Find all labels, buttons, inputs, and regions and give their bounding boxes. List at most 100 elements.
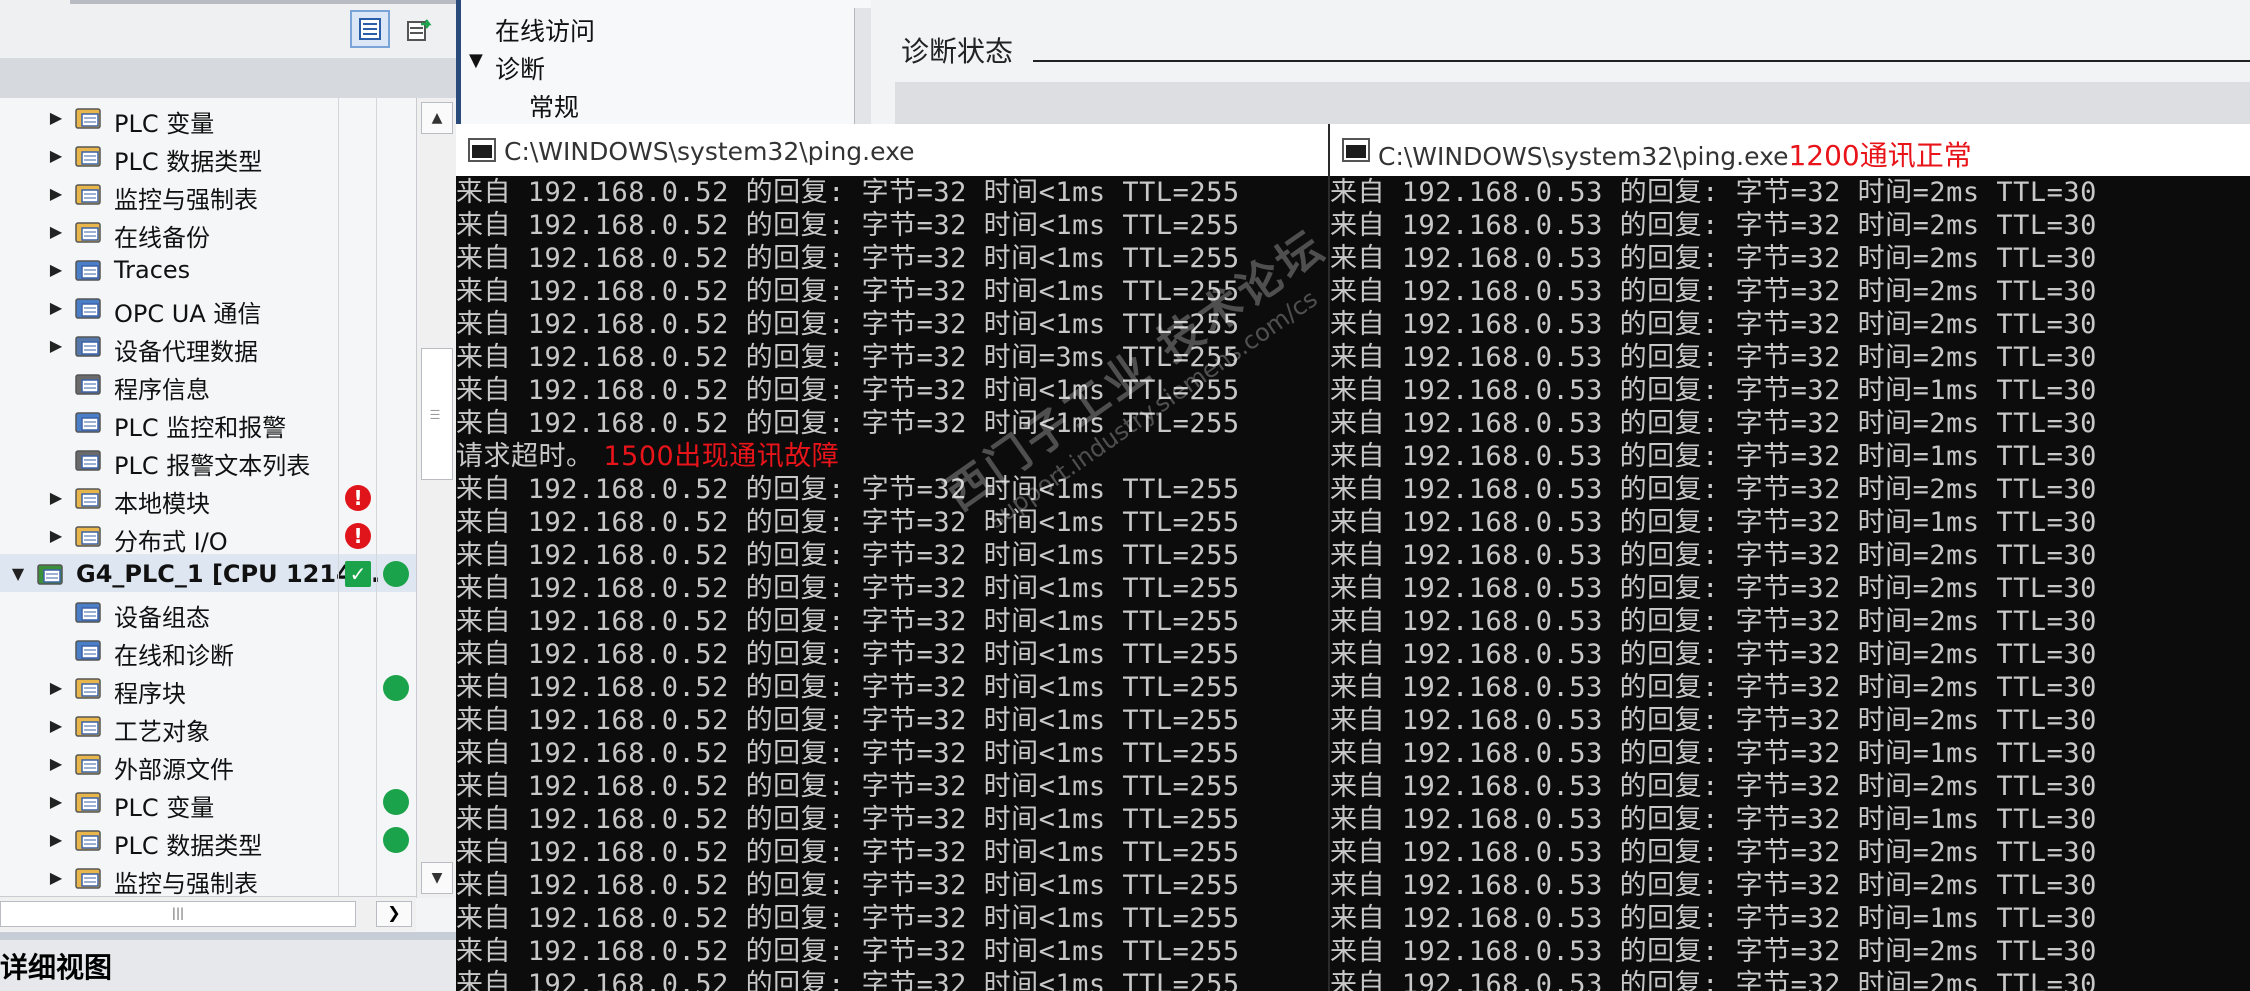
console-line: 来自 192.168.0.53 的回复: 字节=32 时间=1ms TTL=30 bbox=[1330, 738, 2097, 769]
project-tree-horizontal-scrollbar[interactable]: ||| ❯ bbox=[0, 896, 416, 931]
tree-item-label: 工艺对象 bbox=[114, 718, 210, 746]
error-status-icon: ! bbox=[345, 523, 371, 549]
console-title-note: 1200通讯正常 bbox=[1788, 139, 1972, 172]
console-line: 来自 192.168.0.52 的回复: 字节=32 时间<1ms TTL=25… bbox=[456, 309, 1240, 340]
ping-console-window-1200[interactable]: C:\WINDOWS\system32\ping.exe1200通讯正常 来自 … bbox=[1330, 124, 2250, 991]
tree-item-label: PLC 报警文本列表 bbox=[114, 452, 311, 480]
scroll-thumb[interactable]: — — — bbox=[421, 348, 453, 480]
diagnostics-navigation: 在线访问 ▼ 诊断 常规 bbox=[461, 0, 871, 124]
expand-arrow-icon[interactable]: ▶ bbox=[48, 754, 64, 773]
console-line: 来自 192.168.0.53 的回复: 字节=32 时间=2ms TTL=30 bbox=[1330, 771, 2097, 802]
expand-arrow-icon[interactable]: ▶ bbox=[48, 526, 64, 545]
tree-item-label: G4_PLC_1 [CPU 1214... bbox=[76, 560, 381, 588]
expand-arrow-icon[interactable]: ▶ bbox=[48, 298, 64, 317]
tree-item[interactable]: ▶ 在线备份 bbox=[0, 212, 416, 252]
online-diagnostics-icon bbox=[74, 635, 104, 663]
tree-item[interactable]: ▶ PLC 数据类型 bbox=[0, 820, 416, 860]
online-ok-status-icon bbox=[383, 827, 409, 853]
status-column-divider bbox=[338, 98, 339, 898]
tree-item[interactable]: ▶ 外部源文件 bbox=[0, 744, 416, 784]
scroll-down-button[interactable]: ▼ bbox=[421, 862, 453, 894]
tree-item-label: PLC 变量 bbox=[114, 110, 215, 138]
console-line: 来自 192.168.0.53 的回复: 字节=32 时间=1ms TTL=30 bbox=[1330, 441, 2097, 472]
tree-item[interactable]: ▶ 监控与强制表 bbox=[0, 858, 416, 898]
horizontal-scroll-thumb[interactable]: ||| bbox=[0, 901, 356, 927]
tree-item[interactable]: ▶ Traces bbox=[0, 250, 416, 288]
tree-item[interactable]: ▶ 监控与强制表 bbox=[0, 174, 416, 214]
console-line: 来自 192.168.0.52 的回复: 字节=32 时间<1ms TTL=25… bbox=[456, 969, 1240, 991]
nav-scrollbar[interactable] bbox=[854, 8, 871, 124]
console-line: 来自 192.168.0.52 的回复: 字节=32 时间<1ms TTL=25… bbox=[456, 276, 1240, 307]
update-accessible-devices-button[interactable] bbox=[398, 10, 438, 48]
tree-item[interactable]: PLC 监控和报警 bbox=[0, 402, 416, 442]
expand-arrow-icon[interactable]: ▶ bbox=[48, 830, 64, 849]
console-line: 来自 192.168.0.52 的回复: 字节=32 时间<1ms TTL=25… bbox=[456, 177, 1240, 208]
console-titlebar[interactable]: C:\WINDOWS\system32\ping.exe bbox=[456, 124, 1328, 176]
detail-view-header[interactable]: 详细视图 bbox=[0, 940, 456, 991]
console-line: 来自 192.168.0.52 的回复: 字节=32 时间<1ms TTL=25… bbox=[456, 375, 1240, 406]
expand-arrow-icon[interactable]: ▶ bbox=[48, 260, 64, 279]
tree-item[interactable]: ▶ 本地模块! bbox=[0, 478, 416, 518]
project-tree-list: ▶ PLC 变量 ▶ PLC 数据类型 ▶ 监控与强制表 ▶ 在线备份 ▶ Traces ▶ OPC … bbox=[0, 98, 416, 898]
console-line: 来自 192.168.0.52 的回复: 字节=32 时间<1ms TTL=25… bbox=[456, 672, 1240, 703]
tree-item[interactable]: ▶ 设备代理数据 bbox=[0, 326, 416, 366]
tree-item[interactable]: ▶ OPC UA 通信 bbox=[0, 288, 416, 328]
console-line: 来自 192.168.0.52 的回复: 字节=32 时间<1ms TTL=25… bbox=[456, 606, 1240, 637]
console-title: C:\WINDOWS\system32\ping.exe bbox=[504, 134, 914, 167]
console-line: 来自 192.168.0.52 的回复: 字节=32 时间<1ms TTL=25… bbox=[456, 903, 1240, 934]
tree-item[interactable]: ▶ PLC 变量 bbox=[0, 782, 416, 822]
expand-arrow-icon[interactable]: ▶ bbox=[48, 184, 64, 203]
scroll-up-button[interactable]: ▲ bbox=[421, 102, 453, 134]
console-line: 来自 192.168.0.53 的回复: 字节=32 时间=2ms TTL=30 bbox=[1330, 606, 2097, 637]
console-output: 来自 192.168.0.52 的回复: 字节=32 时间<1ms TTL=25… bbox=[456, 176, 1328, 991]
expand-arrow-icon[interactable]: ▶ bbox=[48, 488, 64, 507]
tree-item[interactable]: ▼ G4_PLC_1 [CPU 1214... ✓ bbox=[0, 554, 416, 592]
expand-arrow-icon[interactable]: ▶ bbox=[48, 222, 64, 241]
alarm-text-list-icon bbox=[74, 445, 104, 473]
tree-item[interactable]: ▶ PLC 数据类型 bbox=[0, 136, 416, 176]
console-title-path: C:\WINDOWS\system32\ping.exe bbox=[504, 137, 915, 166]
online-ok-status-icon bbox=[383, 675, 409, 701]
project-tree-vertical-scrollbar[interactable]: ▲ — — — ▼ bbox=[416, 98, 457, 898]
scroll-right-button[interactable]: ❯ bbox=[376, 901, 412, 927]
tree-item[interactable]: ▶ PLC 变量 bbox=[0, 98, 416, 138]
nav-diagnostics[interactable]: 诊断 bbox=[495, 50, 545, 86]
expand-arrow-icon[interactable]: ▶ bbox=[48, 792, 64, 811]
console-line: 来自 192.168.0.52 的回复: 字节=32 时间<1ms TTL=25… bbox=[456, 804, 1240, 835]
tree-item-label: 分布式 I/O bbox=[114, 528, 228, 556]
console-line: 来自 192.168.0.53 的回复: 字节=32 时间=2ms TTL=30 bbox=[1330, 309, 2097, 340]
collapse-arrow-icon[interactable]: ▼ bbox=[10, 564, 26, 583]
nav-online-access[interactable]: 在线访问 bbox=[495, 12, 595, 48]
console-line: 来自 192.168.0.52 的回复: 字节=32 时间=3ms TTL=25… bbox=[456, 342, 1240, 373]
tree-item[interactable]: 在线和诊断 bbox=[0, 630, 416, 670]
expand-arrow-icon[interactable]: ▶ bbox=[48, 146, 64, 165]
console-line: 来自 192.168.0.53 的回复: 字节=32 时间=2ms TTL=30 bbox=[1330, 408, 2097, 439]
tree-item-label: 程序信息 bbox=[114, 376, 210, 404]
tree-item[interactable]: ▶ 程序块 bbox=[0, 668, 416, 708]
traces-icon bbox=[74, 255, 104, 283]
console-line: 来自 192.168.0.52 的回复: 字节=32 时间<1ms TTL=25… bbox=[456, 771, 1240, 802]
expand-arrow-icon[interactable]: ▶ bbox=[48, 678, 64, 697]
online-ok-status-icon bbox=[383, 789, 409, 815]
expand-arrow-icon[interactable]: ▶ bbox=[48, 868, 64, 887]
console-titlebar[interactable]: C:\WINDOWS\system32\ping.exe1200通讯正常 bbox=[1330, 124, 2250, 176]
collapse-arrow-icon[interactable]: ▼ bbox=[469, 50, 483, 71]
tree-item-label: 程序块 bbox=[114, 680, 186, 708]
tree-item[interactable]: ▶ 分布式 I/O! bbox=[0, 516, 416, 556]
ping-console-window-1500[interactable]: C:\WINDOWS\system32\ping.exe 来自 192.168.… bbox=[456, 124, 1328, 991]
tree-item-label: 监控与强制表 bbox=[114, 870, 258, 898]
detail-view-separator[interactable] bbox=[0, 932, 456, 940]
tree-item[interactable]: 设备组态 bbox=[0, 592, 416, 632]
console-output: 来自 192.168.0.53 的回复: 字节=32 时间=2ms TTL=30… bbox=[1330, 176, 2250, 991]
expand-arrow-icon[interactable]: ▶ bbox=[48, 108, 64, 127]
nav-general[interactable]: 常规 bbox=[529, 88, 579, 124]
console-line: 来自 192.168.0.53 的回复: 字节=32 时间=2ms TTL=30 bbox=[1330, 705, 2097, 736]
tree-item[interactable]: ▶ 工艺对象 bbox=[0, 706, 416, 746]
local-modules-icon bbox=[74, 483, 104, 511]
tree-item[interactable]: PLC 报警文本列表 bbox=[0, 440, 416, 480]
tree-item[interactable]: 程序信息 bbox=[0, 364, 416, 404]
expand-arrow-icon[interactable]: ▶ bbox=[48, 716, 64, 735]
expand-arrow-icon[interactable]: ▶ bbox=[48, 336, 64, 355]
overview-table-view-button[interactable] bbox=[350, 10, 390, 48]
technology-objects-icon bbox=[74, 711, 104, 739]
